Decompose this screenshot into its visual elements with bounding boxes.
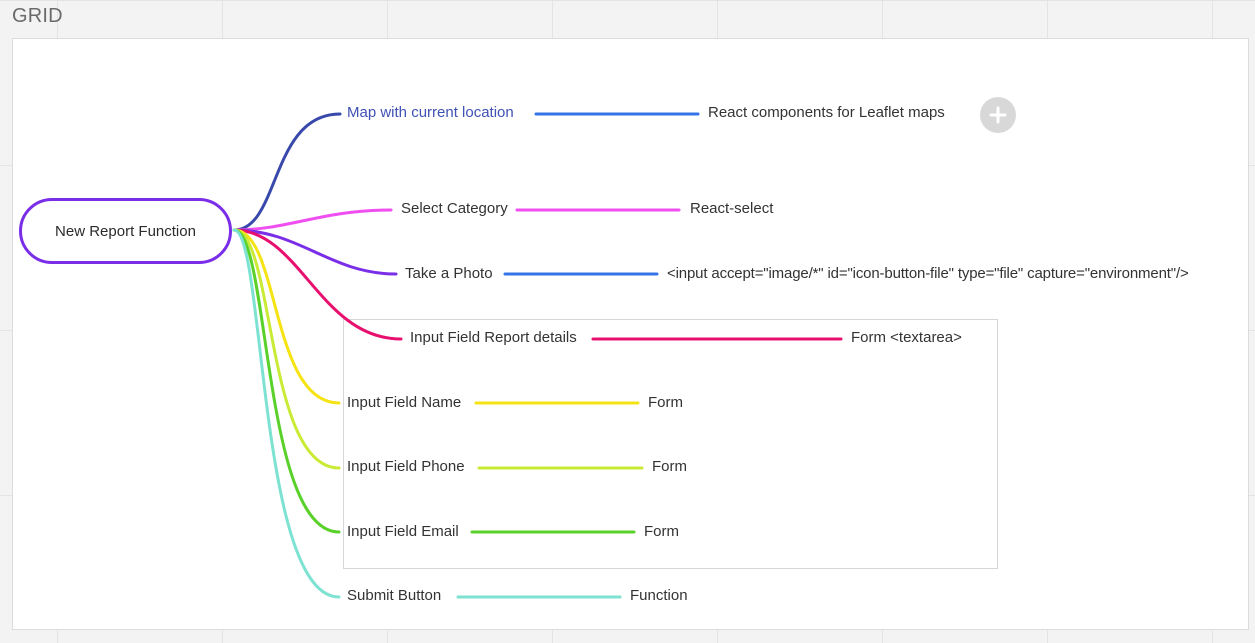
child-label[interactable]: React-select [690, 199, 773, 219]
add-node-button[interactable] [980, 97, 1016, 133]
child-label[interactable]: Function [630, 586, 688, 606]
connector-curve [232, 208, 393, 232]
mindmap-connectors [232, 112, 843, 599]
branch-label[interactable]: Input Field Email [347, 522, 459, 542]
child-label[interactable]: <input accept="image/*" id="icon-button-… [667, 264, 1189, 284]
root-node[interactable]: New Report Function [19, 198, 232, 264]
branch-label[interactable]: Map with current location [347, 103, 514, 123]
branch-label[interactable]: Input Field Report details [410, 328, 577, 348]
root-node-label: New Report Function [55, 222, 196, 240]
branch-label[interactable]: Select Category [401, 199, 508, 219]
child-label[interactable]: Form [644, 522, 679, 542]
connector-curve [232, 228, 341, 599]
branch-label[interactable]: Input Field Name [347, 393, 461, 413]
branch-label[interactable]: Take a Photo [405, 264, 493, 284]
branch-label[interactable]: Submit Button [347, 586, 441, 606]
child-label[interactable]: Form [648, 393, 683, 413]
plus-icon [989, 106, 1007, 124]
connector-curve [232, 228, 403, 341]
child-label[interactable]: React components for Leaflet maps [708, 103, 945, 123]
child-label[interactable]: Form [652, 457, 687, 477]
child-label[interactable]: Form <textarea> [851, 328, 962, 348]
connector-curve [232, 112, 342, 232]
branch-label[interactable]: Input Field Phone [347, 457, 465, 477]
